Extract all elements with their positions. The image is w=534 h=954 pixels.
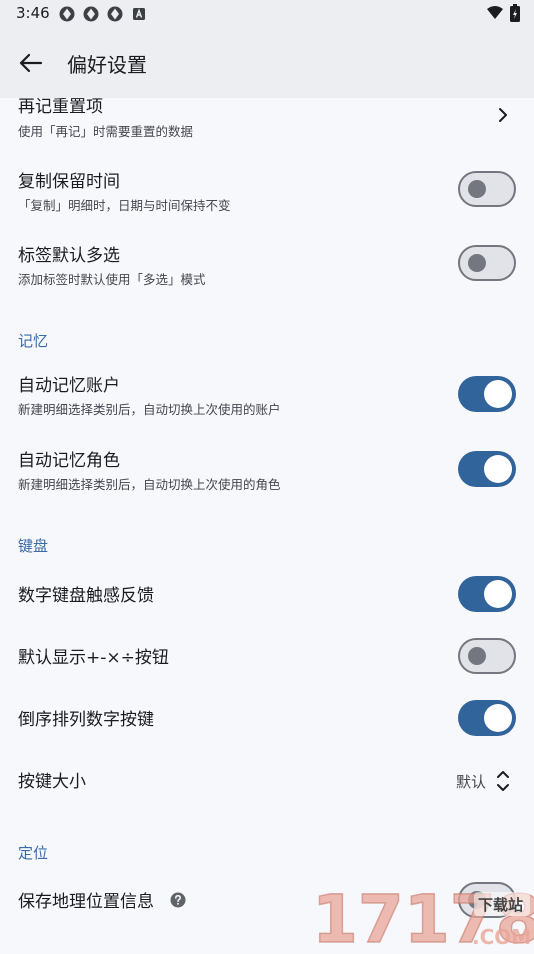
- toggle-knob: [468, 647, 486, 665]
- setting-subtitle: 新建明细选择类别后，自动切换上次使用的角色: [18, 477, 281, 492]
- toggle-knob: [484, 580, 512, 608]
- setting-remember-role[interactable]: 自动记忆角色 新建明细选择类别后，自动切换上次使用的角色: [0, 437, 534, 507]
- section-header-keyboard: 键盘: [18, 537, 49, 555]
- show-operators-toggle[interactable]: [458, 638, 516, 674]
- section-header-location: 定位: [18, 844, 49, 862]
- toggle-knob: [484, 380, 512, 408]
- status-notification-icons: [58, 5, 148, 23]
- setting-title: 默认显示+-×÷按钮: [18, 648, 169, 668]
- setting-reverse-keys[interactable]: 倒序排列数字按键: [0, 692, 534, 746]
- tag-multi-select-toggle[interactable]: [458, 245, 516, 281]
- setting-show-operators[interactable]: 默认显示+-×÷按钮: [0, 630, 534, 684]
- status-system-icons: [486, 4, 520, 22]
- setting-title: 倒序排列数字按键: [18, 710, 154, 730]
- setting-reset-items[interactable]: 再记重置项 使用「再记」时需要重置的数据: [0, 98, 534, 152]
- haptic-feedback-toggle[interactable]: [458, 576, 516, 612]
- toggle-knob: [484, 455, 512, 483]
- status-time: 3:46: [16, 4, 50, 22]
- setting-remember-account[interactable]: 自动记忆账户 新建明细选择类别后，自动切换上次使用的账户: [0, 362, 534, 432]
- wifi-icon: [487, 6, 503, 19]
- setting-title: 再记重置项: [18, 98, 103, 117]
- unfold-icon: [497, 771, 509, 791]
- chevron-right-icon: [499, 108, 507, 122]
- setting-subtitle: 添加标签时默认使用「多选」模式: [18, 272, 206, 287]
- app-bar: 偏好设置: [0, 28, 534, 98]
- remember-account-toggle[interactable]: [458, 376, 516, 412]
- setting-title: 复制保留时间: [18, 172, 120, 192]
- section-header-memory: 记忆: [18, 332, 49, 350]
- toggle-knob: [468, 254, 486, 272]
- remember-role-toggle[interactable]: [458, 451, 516, 487]
- back-arrow-icon[interactable]: [14, 46, 48, 80]
- key-size-value: 默认: [456, 773, 487, 791]
- setting-save-location[interactable]: 保存地理位置信息: [0, 874, 534, 928]
- setting-title: 自动记忆角色: [18, 451, 120, 471]
- toggle-knob: [468, 180, 486, 198]
- toggle-knob: [484, 704, 512, 732]
- reverse-keys-toggle[interactable]: [458, 700, 516, 736]
- setting-title: 按键大小: [18, 772, 86, 792]
- copy-keep-time-toggle[interactable]: [458, 171, 516, 207]
- setting-subtitle: 新建明细选择类别后，自动切换上次使用的账户: [18, 402, 281, 417]
- setting-key-size[interactable]: 按键大小 默认: [0, 754, 534, 808]
- setting-tag-multi-select[interactable]: 标签默认多选 添加标签时默认使用「多选」模式: [0, 232, 534, 302]
- setting-title: 标签默认多选: [18, 246, 120, 266]
- setting-subtitle: 「复制」明细时，日期与时间保持不变: [18, 198, 231, 213]
- app-notification-icon: [83, 6, 99, 22]
- setting-copy-keep-time[interactable]: 复制保留时间 「复制」明细时，日期与时间保持不变: [0, 158, 534, 228]
- settings-list[interactable]: 再记重置项 使用「再记」时需要重置的数据 复制保留时间 「复制」明细时，日期与时…: [0, 98, 534, 950]
- app-notification-icon: [59, 6, 75, 22]
- setting-haptic-feedback[interactable]: 数字键盘触感反馈: [0, 568, 534, 622]
- status-bar: 3:46: [0, 0, 534, 28]
- setting-title: 自动记忆账户: [18, 376, 120, 396]
- battery-icon: [510, 4, 520, 22]
- page-title: 偏好设置: [67, 53, 147, 77]
- keyboard-a-icon: [133, 8, 145, 20]
- help-icon[interactable]: [170, 892, 186, 908]
- save-location-toggle[interactable]: [458, 882, 516, 918]
- setting-title: 数字键盘触感反馈: [18, 586, 154, 606]
- setting-subtitle: 使用「再记」时需要重置的数据: [18, 124, 194, 139]
- app-notification-icon: [107, 6, 123, 22]
- setting-title: 保存地理位置信息: [18, 892, 154, 912]
- toggle-knob: [468, 891, 486, 909]
